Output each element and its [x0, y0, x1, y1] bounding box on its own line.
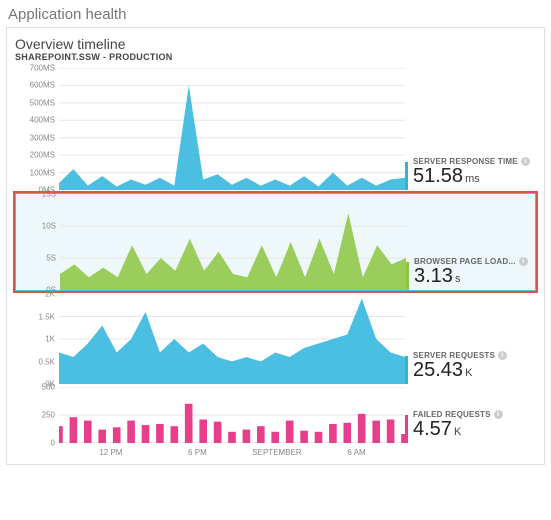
metric-value: 3.13s [414, 266, 535, 286]
row-server-response-time[interactable]: 700MS600MS500MS400MS300MS200MS100MS0MS S… [15, 68, 536, 190]
metric-failed-requests[interactable]: FAILED REQUESTS i 4.57K [405, 387, 536, 443]
row-failed-requests[interactable]: 5002500 FAILED REQUESTS i 4.57K [15, 387, 536, 443]
overview-card: Overview timeline SHAREPOINT.SSW - PRODU… [6, 27, 545, 465]
metric-value: 4.57K [413, 419, 536, 439]
info-icon[interactable]: i [519, 257, 528, 266]
info-icon[interactable]: i [494, 410, 503, 419]
chart-server-response: 700MS600MS500MS400MS300MS200MS100MS0MS [15, 68, 405, 190]
chart-browser-load: 15S10S5S0S [16, 194, 406, 290]
metric-value: 51.58ms [413, 166, 536, 186]
metric-server-response[interactable]: SERVER RESPONSE TIME i 51.58ms [405, 68, 536, 190]
metric-server-requests[interactable]: SERVER REQUESTS i 25.43K [405, 294, 536, 384]
info-icon[interactable]: i [521, 157, 530, 166]
xaxis: 12 PM6 PMSEPTEMBER6 AM [59, 446, 405, 460]
metric-bar [405, 356, 408, 384]
row-browser-page-load[interactable]: 15S10S5S0S BROWSER PAGE LOAD... i 3.13s [15, 193, 536, 291]
info-icon[interactable]: i [498, 351, 507, 360]
chart-server-requests: 2K1.5K1K0.5K0K [15, 294, 405, 384]
card-subtitle: SHAREPOINT.SSW - PRODUCTION [15, 52, 536, 62]
metric-browser-load[interactable]: BROWSER PAGE LOAD... i 3.13s [406, 194, 535, 290]
metric-bar [405, 162, 408, 190]
page-title: Application health [0, 0, 551, 27]
metric-bar [405, 415, 408, 443]
metric-bar [406, 262, 409, 290]
row-server-requests[interactable]: 2K1.5K1K0.5K0K SERVER REQUESTS i 25.43K [15, 294, 536, 384]
chart-failed-requests: 5002500 [15, 387, 405, 443]
metric-value: 25.43K [413, 360, 536, 380]
card-title: Overview timeline [15, 36, 536, 52]
